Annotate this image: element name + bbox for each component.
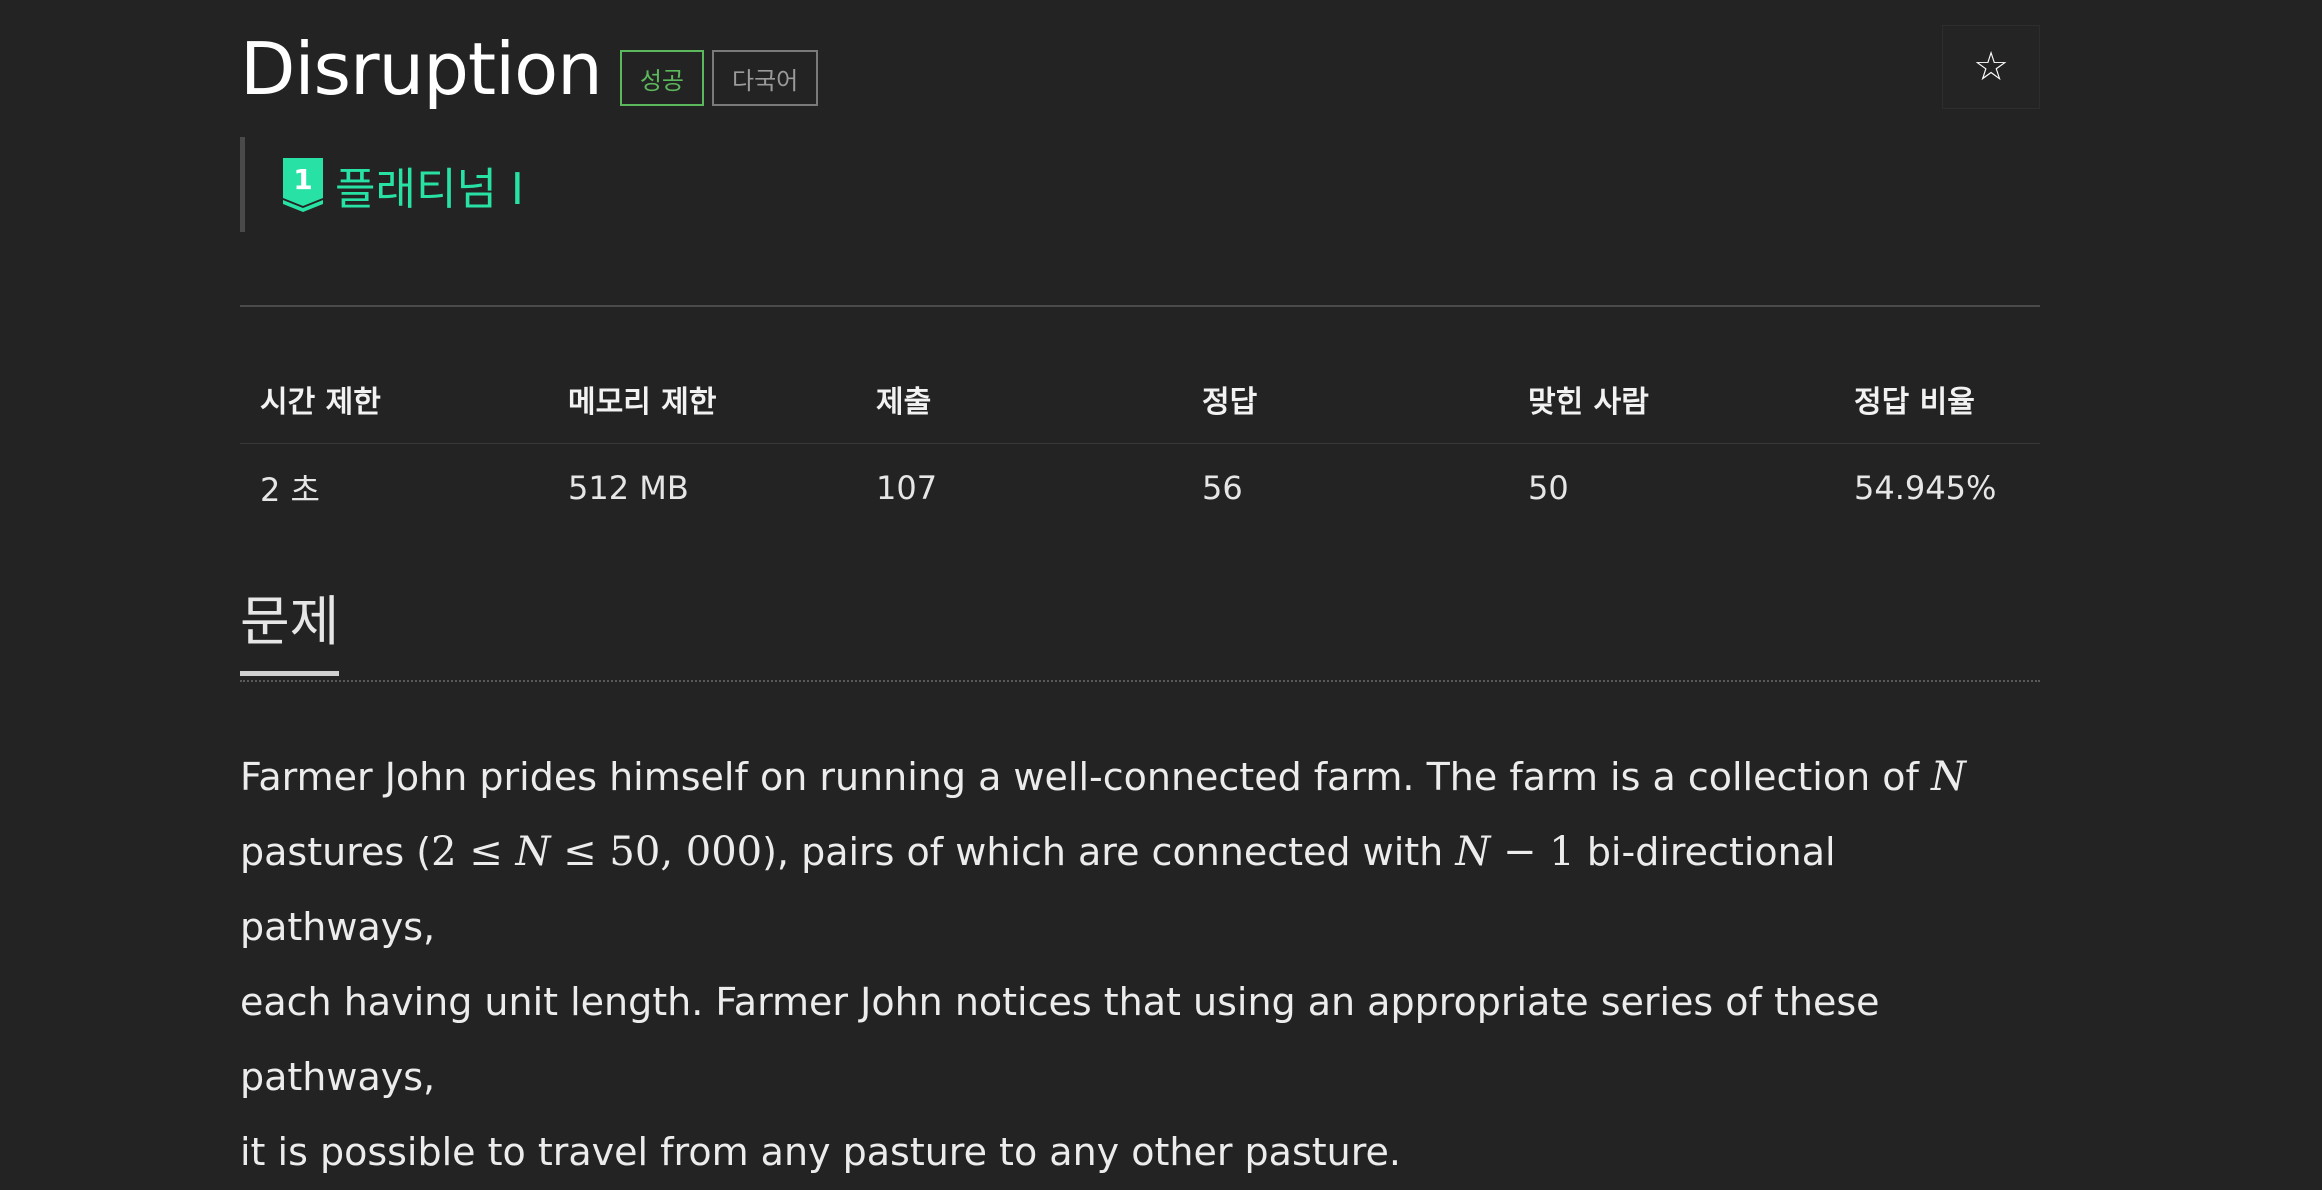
value-accepted[interactable]: 56 [1182, 444, 1508, 533]
header-solved-users: 맞힌 사람 [1508, 355, 1834, 444]
header-accepted: 정답 [1182, 355, 1508, 444]
title-row: Disruption 성공 다국어 [240, 24, 819, 114]
header-memory-limit: 메모리 제한 [548, 355, 856, 444]
info-header-row: 시간 제한 메모리 제한 제출 정답 맞힌 사람 정답 비율 [240, 355, 2040, 444]
value-time-limit: 2 초 [260, 471, 320, 509]
platinum-tier-icon: 1 [283, 157, 323, 212]
value-solved-users[interactable]: 50 [1508, 444, 1834, 533]
problem-description: Farmer John prides himself on running a … [240, 740, 2040, 1190]
favorite-button[interactable]: ☆ [1942, 25, 2040, 109]
problem-section-header: 문제 [240, 580, 2040, 682]
tier-box: 1 플래티넘 I [240, 137, 524, 232]
value-accept-ratio: 54.945% [1854, 469, 1997, 507]
problem-title: Disruption [240, 27, 603, 111]
problem-line-2: pastures (2 ≤ N ≤ 50, 000), pairs of whi… [240, 829, 1836, 949]
success-badge: 성공 [619, 50, 704, 106]
value-memory-limit: 512 MB [568, 469, 689, 507]
info-value-row: 2 초 512 MB 107 56 50 54.945% [240, 444, 2040, 533]
problem-line-3: each having unit length. Farmer John not… [240, 980, 1880, 1099]
section-title: 문제 [240, 590, 340, 676]
problem-info-table: 시간 제한 메모리 제한 제출 정답 맞힌 사람 정답 비율 2 초 512 M… [240, 355, 2040, 532]
tier-icon-number: 1 [293, 163, 312, 196]
tier-label: 플래티넘 I [335, 163, 524, 215]
value-submissions[interactable]: 107 [856, 444, 1182, 533]
header-divider [240, 305, 2040, 307]
header-accept-ratio: 정답 비율 [1834, 355, 2040, 444]
problem-line-1: Farmer John prides himself on running a … [240, 754, 1966, 800]
header-submissions: 제출 [856, 355, 1182, 444]
multilang-badge: 다국어 [711, 50, 819, 106]
star-icon: ☆ [1973, 44, 2009, 90]
header-time-limit: 시간 제한 [240, 355, 548, 444]
problem-line-4: it is possible to travel from any pastur… [240, 1130, 1401, 1174]
